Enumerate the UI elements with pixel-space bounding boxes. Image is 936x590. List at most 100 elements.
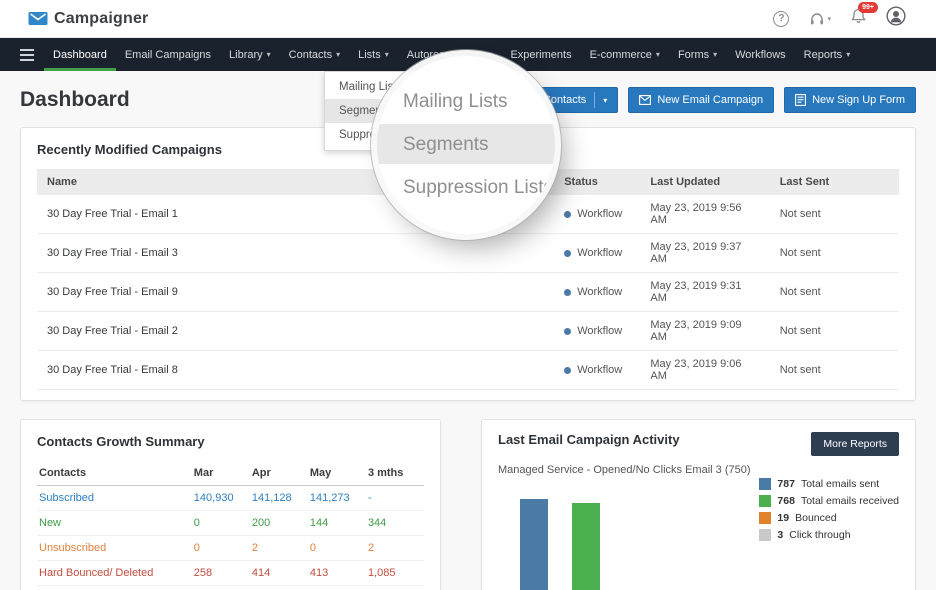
campaign-name[interactable]: 30 Day Free Trial - Email 8 (37, 351, 554, 390)
growth-value-mar: 0 (192, 511, 250, 536)
bar-chart (506, 486, 718, 590)
chevron-down-icon: ▾ (827, 15, 831, 23)
nav-item-email-campaigns[interactable]: Email Campaigns (116, 38, 220, 71)
column-header-last-sent: Last Sent (770, 169, 899, 195)
growth-row-label[interactable]: Hard Bounced/ Deleted (37, 561, 192, 586)
growth-value-apr: 200 (250, 511, 308, 536)
form-icon (795, 94, 806, 106)
legend-value: 19 (777, 512, 789, 524)
campaign-last-sent: Not sent (770, 234, 899, 273)
avatar-icon (886, 6, 906, 26)
notifications-bell-icon[interactable]: 99+ (851, 8, 866, 29)
growth-row-subscribed: Subscribed 140,930 141,128 141,273 - (37, 486, 424, 511)
top-header: Campaigner ? ▾ 99+ (0, 0, 936, 38)
legend-item: 787 Total emails sent (759, 478, 899, 490)
nav-item-ecommerce[interactable]: E-commerce▾ (581, 38, 669, 71)
growth-value-may: 144 (308, 511, 366, 536)
campaign-row[interactable]: 30 Day Free Trial - Email 2 Workflow May… (37, 312, 899, 351)
growth-value-mar: 140,930 (192, 486, 250, 511)
campaign-status: Workflow (554, 351, 640, 390)
status-label: Workflow (577, 247, 622, 259)
nav-item-contacts[interactable]: Contacts ▾ (280, 38, 349, 71)
status-dot-icon (564, 289, 571, 296)
legend-item: 768 Total emails received (759, 495, 899, 507)
support-menu[interactable]: ▾ (809, 12, 831, 26)
bottom-cards-row: Contacts Growth Summary Contacts Mar Apr… (20, 419, 916, 590)
nav-label: Reports (804, 49, 843, 61)
campaign-name[interactable]: 30 Day Free Trial - Email 2 (37, 312, 554, 351)
bar-chart-bars (520, 499, 704, 590)
legend-swatch (759, 495, 771, 507)
legend-swatch (759, 529, 771, 541)
bar-1 (572, 503, 600, 590)
campaign-row[interactable]: 30 Day Free Trial - Email 9 Workflow May… (37, 273, 899, 312)
magnifier-lens-overlay: Mailing Lists Segments Suppression Lists (377, 56, 555, 234)
status-dot-icon (564, 250, 571, 257)
nav-item-workflows[interactable]: Workflows (726, 38, 795, 71)
chevron-down-icon: ▾ (603, 96, 607, 105)
growth-value-apr: 414 (250, 561, 308, 586)
campaign-last-sent: Not sent (770, 312, 899, 351)
status-label: Workflow (577, 364, 622, 376)
campaign-name[interactable]: 30 Day Free Trial - Email 9 (37, 273, 554, 312)
logo[interactable]: Campaigner (28, 10, 148, 28)
campaign-last-sent: Not sent (770, 351, 899, 390)
campaign-name[interactable]: 30 Day Free Trial - Email 3 (37, 234, 554, 273)
legend-value: 768 (777, 495, 795, 507)
hamburger-menu-icon[interactable] (10, 38, 44, 71)
growth-row-label[interactable]: Subscribed (37, 486, 192, 511)
growth-row-label[interactable]: New (37, 511, 192, 536)
status-dot-icon (564, 328, 571, 335)
growth-value-3mths: -743 (366, 586, 424, 590)
nav-label: Library (229, 49, 263, 61)
card-title: Last Email Campaign Activity (498, 432, 680, 447)
lens-item-segments: Segments (403, 123, 555, 166)
help-icon[interactable]: ? (773, 11, 789, 27)
growth-row-unsubscribed: Unsubscribed 0 2 0 2 (37, 536, 424, 561)
growth-value-may: 141,273 (308, 486, 366, 511)
lens-text: Mailing Lists Segments Suppression Lists (377, 56, 555, 209)
nav-item-dashboard[interactable]: Dashboard (44, 38, 116, 71)
growth-value-apr: 141,128 (250, 486, 308, 511)
status-label: Workflow (577, 286, 622, 298)
new-sign-up-form-button[interactable]: New Sign Up Form (784, 87, 916, 113)
campaign-status: Workflow (554, 234, 640, 273)
chart-subtitle: Managed Service - Opened/No Clicks Email… (498, 464, 899, 476)
growth-row-label[interactable]: Growth (37, 586, 192, 590)
growth-row-growth: Growth -258 -216 -269 -743 (37, 586, 424, 590)
nav-item-library[interactable]: Library ▾ (220, 38, 280, 71)
campaign-status: Workflow (554, 273, 640, 312)
nav-label: Contacts (289, 49, 332, 61)
nav-item-reports[interactable]: Reports▾ (795, 38, 860, 71)
column-header-3mths: 3 mths (366, 461, 424, 486)
contacts-growth-summary-card: Contacts Growth Summary Contacts Mar Apr… (20, 419, 441, 590)
nav-item-forms[interactable]: Forms▾ (669, 38, 726, 71)
legend-item: 3 Click through (759, 529, 899, 541)
campaign-row[interactable]: 30 Day Free Trial - Email 8 Workflow May… (37, 351, 899, 390)
legend-label: Click through (789, 529, 850, 541)
new-email-campaign-button[interactable]: New Email Campaign (628, 87, 774, 113)
growth-value-apr: 2 (250, 536, 308, 561)
growth-value-3mths: 344 (366, 511, 424, 536)
legend-label: Total emails received (801, 495, 899, 507)
legend-value: 787 (777, 478, 795, 490)
app-root: Campaigner ? ▾ 99+ Dashboard Email Campa… (0, 0, 936, 590)
chevron-down-icon: ▾ (336, 50, 340, 59)
chevron-down-icon: ▾ (267, 50, 271, 59)
user-avatar[interactable] (886, 6, 906, 31)
more-reports-button[interactable]: More Reports (811, 432, 899, 456)
nav-label: Workflows (735, 49, 786, 61)
chart-legend: 787 Total emails sent 768 Total emails r… (759, 478, 899, 541)
card-title: Contacts Growth Summary (37, 434, 424, 449)
growth-value-3mths: 1,085 (366, 561, 424, 586)
legend-swatch (759, 478, 771, 490)
button-label: New Sign Up Form (812, 94, 905, 106)
legend-item: 19 Bounced (759, 512, 899, 524)
chevron-down-icon: ▾ (846, 50, 850, 59)
growth-row-label[interactable]: Unsubscribed (37, 536, 192, 561)
campaign-row[interactable]: 30 Day Free Trial - Email 3 Workflow May… (37, 234, 899, 273)
growth-value-apr: -216 (250, 586, 308, 590)
growth-value-3mths: 2 (366, 536, 424, 561)
logo-icon (28, 11, 48, 26)
campaign-last-updated: May 23, 2019 9:56 AM (640, 195, 769, 234)
